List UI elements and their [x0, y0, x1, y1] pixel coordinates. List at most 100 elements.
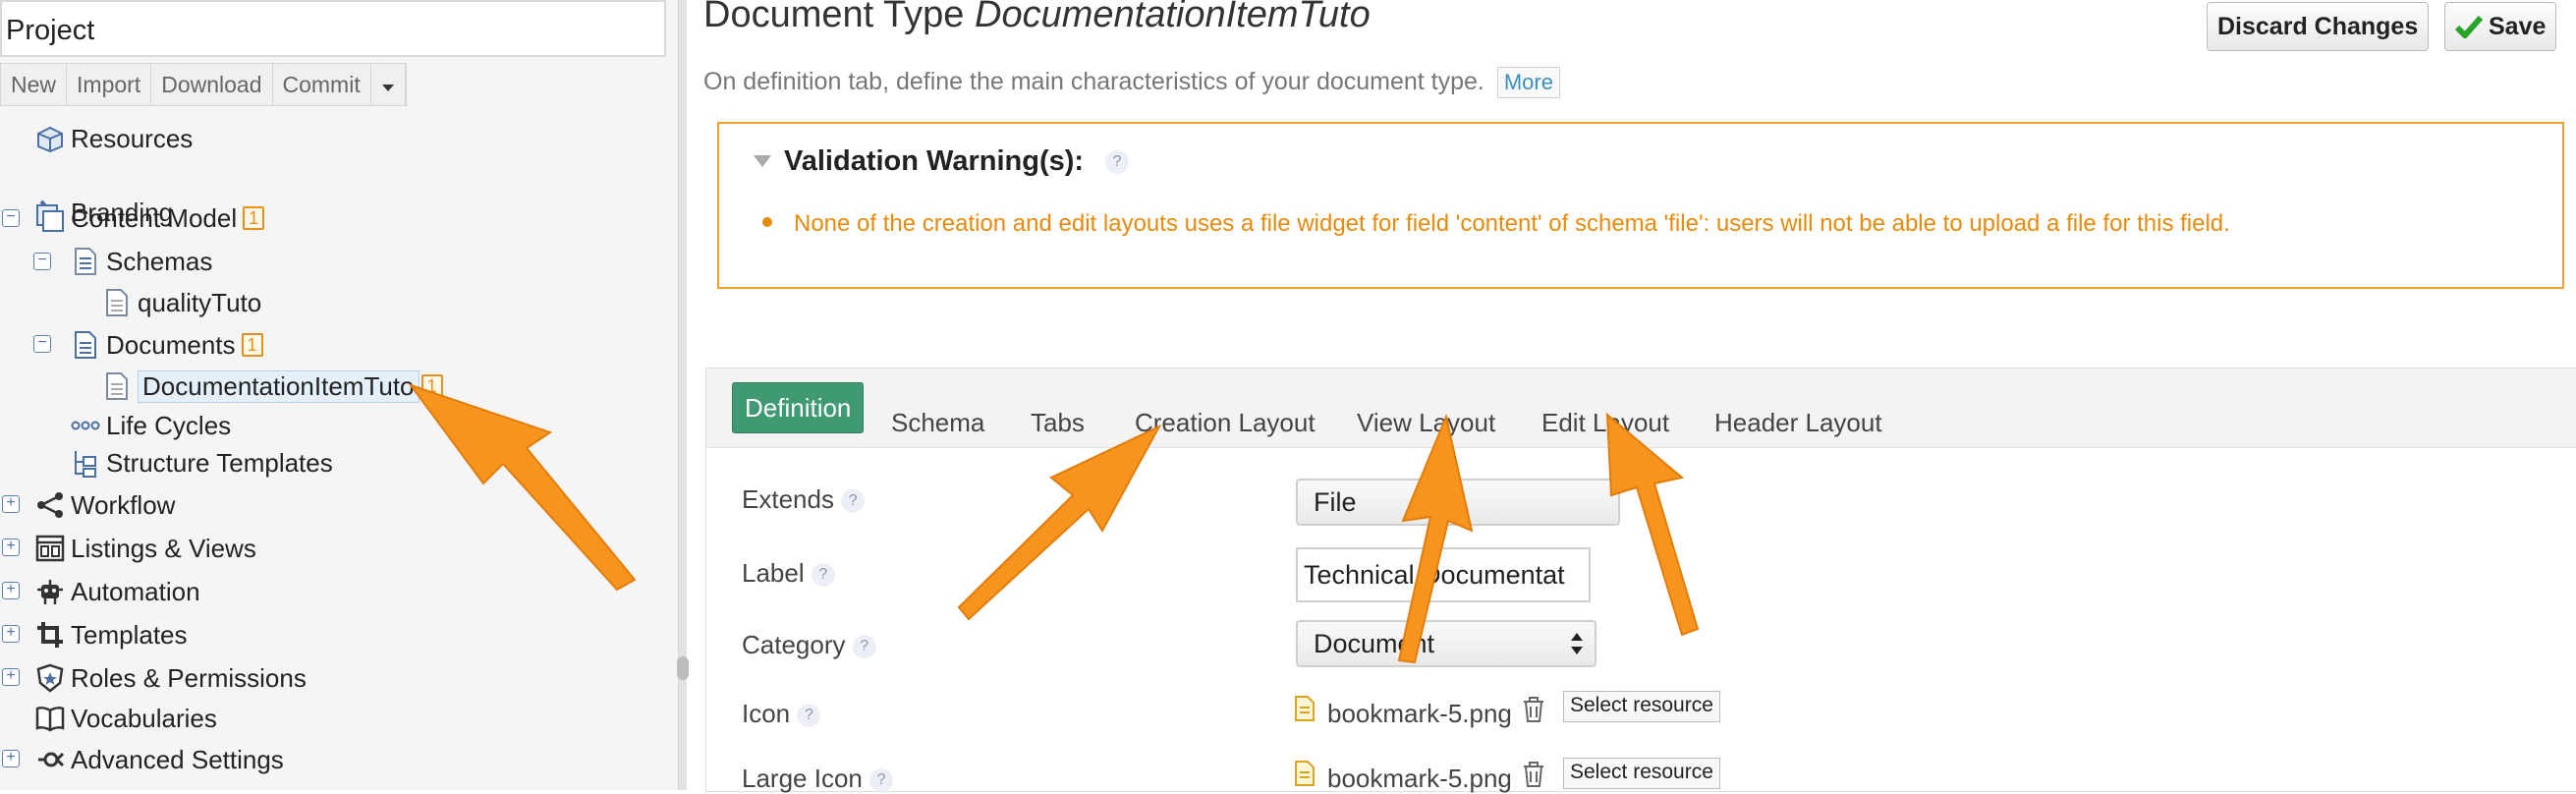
- expand-icon: +: [2, 582, 20, 599]
- large-icon-file-name: bookmark-5.png: [1327, 764, 1512, 793]
- tree-item-schemas[interactable]: Schemas: [71, 242, 212, 281]
- tree-item-resources[interactable]: Resources: [35, 119, 193, 158]
- help-icon[interactable]: ?: [1105, 150, 1130, 175]
- sidebar-resize-handle[interactable]: [677, 0, 689, 790]
- project-name-field[interactable]: Project: [0, 0, 666, 57]
- tree-item-templates-toggle[interactable]: +: [0, 615, 29, 654]
- label-input[interactable]: Technical Documentat: [1296, 547, 1591, 602]
- tree-item-label: Templates: [71, 619, 188, 650]
- tree-item-schemas-toggle[interactable]: −: [31, 243, 61, 282]
- tree-item-structure-templates[interactable]: Structure Templates: [71, 443, 333, 482]
- caret-down-icon: [381, 85, 394, 91]
- tab-definition[interactable]: Definition: [732, 382, 865, 433]
- tree-item-templates[interactable]: Templates: [35, 615, 188, 654]
- tree-item-listings-views[interactable]: Listings & Views: [35, 529, 256, 568]
- validation-title-text: Validation Warning(s):: [784, 145, 1085, 177]
- tree-item-documentation-item-tuto[interactable]: DocumentationItemTuto 1: [102, 367, 443, 406]
- tree-item-life-cycles[interactable]: Life Cycles: [71, 406, 231, 445]
- tree-item-advanced-settings[interactable]: Advanced Settings: [35, 740, 284, 779]
- tree-item-label: Vocabularies: [71, 703, 217, 733]
- help-icon[interactable]: ?: [869, 768, 894, 793]
- content-model-icon: [35, 203, 65, 233]
- tree-item-quality-tuto[interactable]: qualityTuto: [102, 283, 261, 322]
- label-label-text: Label: [742, 558, 805, 588]
- tree-item-documents-toggle[interactable]: −: [31, 325, 61, 365]
- trash-icon[interactable]: [1522, 761, 1545, 788]
- help-icon[interactable]: ?: [841, 489, 866, 514]
- book-icon: [35, 704, 65, 733]
- commit-button[interactable]: Commit: [273, 64, 371, 105]
- tree-item-label: DocumentationItemTuto: [138, 369, 420, 403]
- tree-item-vocabularies[interactable]: Vocabularies: [35, 699, 217, 738]
- tab-tabs[interactable]: Tabs: [1031, 408, 1085, 438]
- category-label: Category ?: [742, 630, 876, 660]
- validation-warning-title: Validation Warning(s): ?: [753, 145, 1130, 178]
- tree-item-label: Structure Templates: [106, 447, 333, 478]
- structure-icon: [71, 448, 100, 478]
- settings-icon: [35, 745, 65, 774]
- discard-changes-button[interactable]: Discard Changes: [2207, 2, 2430, 51]
- help-icon[interactable]: ?: [852, 635, 876, 659]
- trash-icon[interactable]: [1522, 696, 1545, 723]
- tree-item-roles-toggle[interactable]: +: [0, 658, 29, 698]
- tree-item-content-model-toggle[interactable]: −: [0, 199, 29, 239]
- collapse-icon: −: [2, 209, 20, 227]
- warning-text: None of the creation and edit layouts us…: [794, 210, 2230, 237]
- collapse-icon: −: [33, 253, 51, 270]
- tree-item-listings-toggle[interactable]: +: [0, 529, 29, 568]
- tree-item-automation[interactable]: Automation: [35, 572, 200, 611]
- more-link[interactable]: More: [1496, 67, 1560, 98]
- tree-item-advanced-toggle[interactable]: +: [0, 740, 29, 779]
- tab-view-layout[interactable]: View Layout: [1357, 408, 1495, 438]
- category-select[interactable]: Document: [1296, 620, 1596, 667]
- select-arrows-icon: [1571, 633, 1583, 654]
- collapse-triangle-icon[interactable]: [753, 153, 772, 169]
- listing-icon: [35, 534, 65, 563]
- box-icon: [35, 124, 65, 153]
- expand-icon: +: [2, 668, 20, 686]
- tree-item-label: Documents: [106, 329, 236, 360]
- expand-icon: +: [2, 750, 20, 767]
- tree-item-roles-permissions[interactable]: Roles & Permissions: [35, 658, 307, 698]
- document-icon: [102, 371, 132, 401]
- extends-select[interactable]: File: [1296, 479, 1620, 526]
- tree-item-label: Workflow: [71, 489, 176, 520]
- expand-icon: +: [2, 495, 20, 513]
- category-select-value: Document: [1314, 629, 1435, 658]
- toolbar-dropdown-button[interactable]: [371, 64, 406, 105]
- tree-item-workflow[interactable]: Workflow: [35, 485, 175, 525]
- tree-item-automation-toggle[interactable]: +: [0, 572, 29, 611]
- import-button[interactable]: Import: [67, 64, 152, 105]
- tab-header-layout[interactable]: Header Layout: [1714, 408, 1882, 438]
- large-icon-select-resource-button[interactable]: Select resource: [1563, 758, 1720, 789]
- expand-icon: +: [2, 539, 20, 556]
- icon-select-resource-button[interactable]: Select resource: [1563, 691, 1720, 722]
- extends-label-text: Extends: [742, 484, 834, 514]
- robot-icon: [35, 577, 65, 606]
- project-sidebar: Project New Import Download Commit Resou…: [0, 0, 678, 790]
- download-button[interactable]: Download: [151, 64, 273, 105]
- extends-label: Extends ?: [742, 484, 866, 515]
- tree-item-content-model[interactable]: Content Model 1: [35, 198, 265, 238]
- collapse-icon: −: [33, 335, 51, 353]
- page-title: Document Type DocumentationItemTuto: [703, 0, 1371, 36]
- validation-warning-panel: Validation Warning(s): ? None of the cre…: [717, 122, 2564, 289]
- icon-label-text: Icon: [742, 699, 791, 728]
- project-toolbar: New Import Download Commit: [0, 63, 407, 106]
- tree-item-documents[interactable]: Documents 1: [71, 325, 263, 365]
- tab-schema[interactable]: Schema: [891, 408, 984, 438]
- tab-creation-layout[interactable]: Creation Layout: [1135, 408, 1316, 438]
- save-button[interactable]: Save: [2444, 2, 2557, 51]
- tree-item-label: Listings & Views: [71, 533, 256, 563]
- tree-item-workflow-toggle[interactable]: +: [0, 485, 29, 525]
- icon-label: Icon ?: [742, 699, 821, 729]
- warning-count-badge: 1: [241, 333, 263, 357]
- bullet-icon: [762, 217, 772, 227]
- lifecycle-icon: [71, 411, 100, 440]
- help-icon[interactable]: ?: [797, 704, 821, 728]
- tab-edit-layout[interactable]: Edit Layout: [1541, 408, 1669, 438]
- warning-count-badge: 1: [243, 206, 265, 230]
- help-icon[interactable]: ?: [811, 563, 835, 588]
- category-label-text: Category: [742, 630, 846, 659]
- new-button[interactable]: New: [1, 64, 68, 105]
